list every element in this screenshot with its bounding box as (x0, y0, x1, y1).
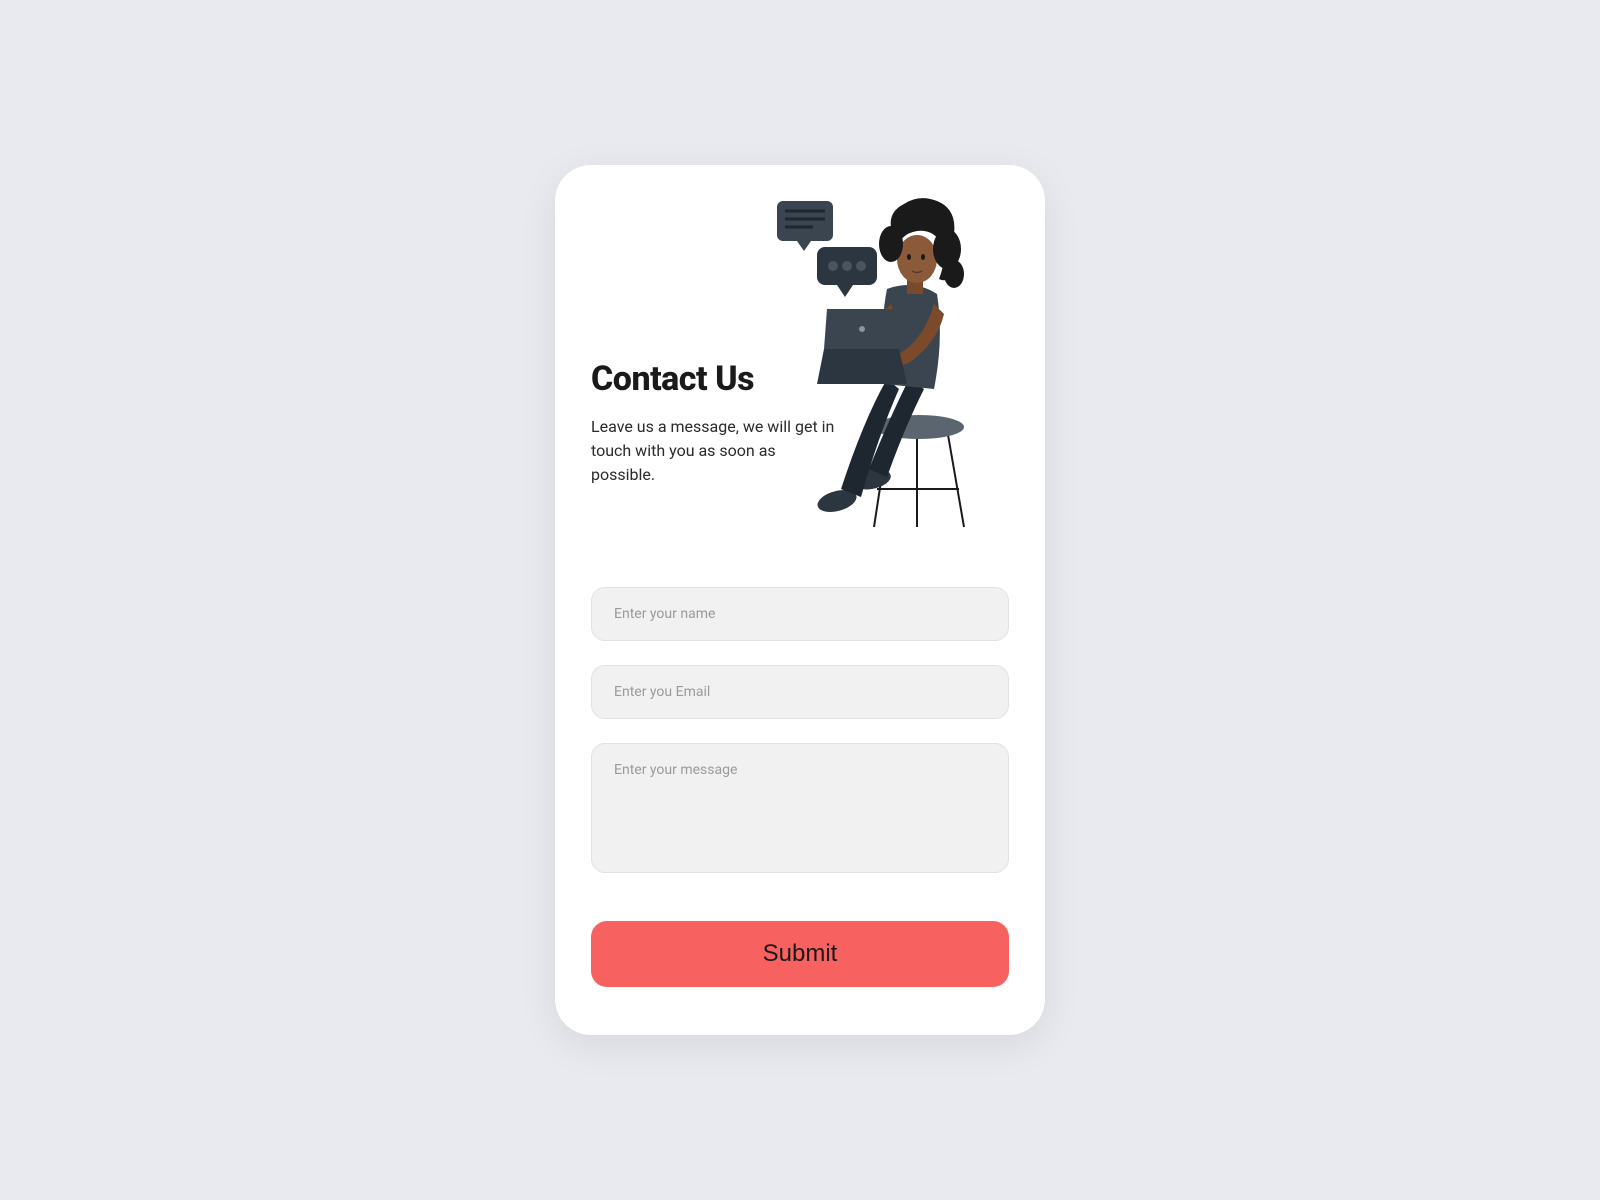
message-input[interactable] (591, 743, 1009, 873)
email-input[interactable] (591, 665, 1009, 719)
person-with-laptop-icon (769, 189, 1029, 529)
submit-button[interactable]: Submit (591, 921, 1009, 987)
contact-card: Contact Us Leave us a message, we will g… (555, 165, 1045, 1035)
name-input[interactable] (591, 587, 1009, 641)
contact-form: Submit (591, 587, 1009, 987)
